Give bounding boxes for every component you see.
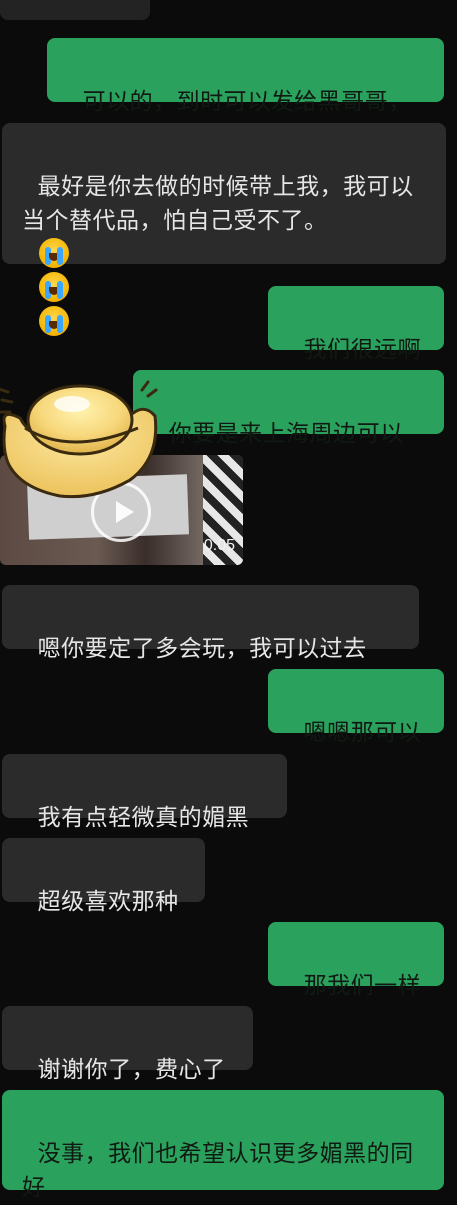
message-outgoing[interactable]: 我们很远啊: [268, 286, 444, 363]
message-text: 那我们一样: [303, 973, 422, 999]
message-text: 嗯你要定了多会玩，我可以过去: [37, 636, 367, 662]
message-text: 嗯嗯那可以: [303, 720, 422, 746]
loudly-crying-face-icon: [38, 306, 69, 336]
message-text: 最好是你去做的时候带上我，我可以当个替代品，怕自己受不了。: [22, 174, 414, 234]
message-text: 你要是来上海周边可以: [168, 421, 404, 447]
previous-message-bubble: [0, 0, 150, 20]
message-incoming[interactable]: 我有点轻微真的媚黑: [2, 754, 287, 831]
loudly-crying-face-icon: [38, 272, 69, 302]
message-text: 我有点轻微真的媚黑: [37, 805, 250, 831]
message-incoming[interactable]: 嗯你要定了多会玩，我可以过去: [2, 585, 419, 662]
message-text: 我们很远啊: [303, 337, 422, 363]
loudly-crying-face-icon: [38, 238, 69, 268]
message-text: 谢谢你了，费心了: [37, 1057, 226, 1083]
message-text: 超级喜欢那种: [37, 889, 179, 915]
message-text: 没事，我们也希望认识更多媚黑的同好: [22, 1141, 414, 1201]
message-outgoing[interactable]: 你要是来上海周边可以: [133, 370, 444, 447]
message-outgoing[interactable]: 没事，我们也希望认识更多媚黑的同好: [2, 1090, 444, 1201]
message-text: 可以的，到时可以发给黑哥哥，: [82, 89, 412, 115]
message-incoming[interactable]: 超级喜欢那种: [2, 838, 205, 915]
message-outgoing[interactable]: 可以的，到时可以发给黑哥哥，: [47, 38, 444, 115]
message-outgoing[interactable]: 嗯嗯那可以: [268, 669, 444, 746]
message-incoming[interactable]: 谢谢你了，费心了: [2, 1006, 253, 1083]
message-outgoing[interactable]: 那我们一样: [268, 922, 444, 999]
gold-ingot-sticker: [0, 380, 158, 499]
message-incoming[interactable]: 最好是你去做的时候带上我，我可以当个替代品，怕自己受不了。: [2, 123, 446, 336]
video-duration: 0:05: [203, 537, 235, 554]
